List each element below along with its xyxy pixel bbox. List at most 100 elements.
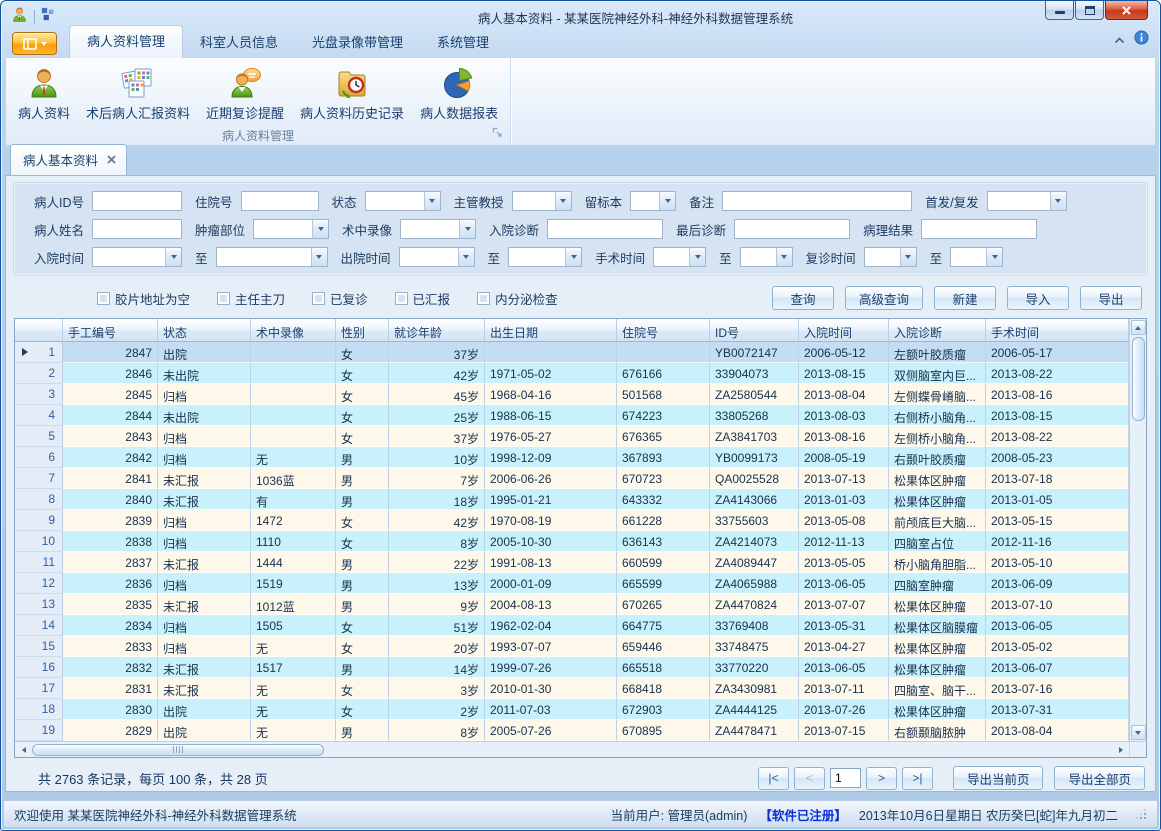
scroll-left-button[interactable] <box>15 743 32 757</box>
filter-text-input[interactable] <box>921 219 1037 239</box>
filter-checkbox[interactable]: 胶片地址为空 <box>97 289 190 308</box>
filter-combo[interactable] <box>864 247 917 267</box>
scroll-down-button[interactable] <box>1131 725 1146 740</box>
filter-text-input[interactable] <box>722 191 912 211</box>
previous-page-button[interactable]: < <box>794 767 825 790</box>
scroll-right-button[interactable] <box>1112 743 1129 757</box>
table-row[interactable]: 192829出院无男8岁2005-07-26670895ZA4478471201… <box>15 720 1129 741</box>
application-menu-button[interactable] <box>12 32 57 55</box>
filter-checkbox[interactable]: 已汇报 <box>395 289 451 308</box>
combo-dropdown-button[interactable] <box>311 248 327 266</box>
column-header[interactable]: 状态 <box>158 319 251 342</box>
ribbon-tab-system[interactable]: 系统管理 <box>420 26 506 58</box>
combo-dropdown-button[interactable] <box>459 220 475 238</box>
combo-dropdown-button[interactable] <box>1050 192 1066 210</box>
export-button[interactable]: 导出 <box>1080 286 1142 310</box>
tab-close-icon[interactable] <box>107 155 116 164</box>
column-header[interactable]: 出生日期 <box>485 319 617 342</box>
filter-combo[interactable] <box>399 247 475 267</box>
dialog-launcher-icon[interactable] <box>492 127 503 141</box>
filter-combo[interactable] <box>630 191 676 211</box>
combo-dropdown-button[interactable] <box>312 220 328 238</box>
filter-combo[interactable] <box>253 219 329 239</box>
export-current-page-button[interactable]: 导出当前页 <box>953 766 1044 790</box>
combo-dropdown-button[interactable] <box>424 192 440 210</box>
table-row[interactable]: 102838归档1110女8岁2005-10-30636143ZA4214073… <box>15 531 1129 552</box>
column-header[interactable]: 入院时间 <box>799 319 889 342</box>
filter-combo[interactable] <box>216 247 328 267</box>
filter-combo[interactable] <box>512 191 572 211</box>
filter-text-input[interactable] <box>734 219 850 239</box>
table-row[interactable]: 122836归档1519男13岁2000-01-09665599ZA406598… <box>15 573 1129 594</box>
combo-dropdown-button[interactable] <box>986 248 1002 266</box>
patient-records-button[interactable]: 病人资料 <box>10 62 78 124</box>
ribbon-tab-staff-info[interactable]: 科室人员信息 <box>183 26 295 58</box>
query-button[interactable]: 查询 <box>772 286 834 310</box>
data-report-button[interactable]: 病人数据报表 <box>412 62 506 124</box>
table-row[interactable]: 32845归档女45岁1968-04-16501568ZA25805442013… <box>15 384 1129 405</box>
table-row[interactable]: 182830出院无女2岁2011-07-03672903ZA4444125201… <box>15 699 1129 720</box>
table-row[interactable]: 42844未出院女25岁1988-06-15674223338052682013… <box>15 405 1129 426</box>
vertical-scroll-thumb[interactable] <box>1132 337 1145 421</box>
column-header[interactable]: 入院诊断 <box>889 319 986 342</box>
column-header[interactable]: 就诊年龄 <box>389 319 485 342</box>
column-header[interactable]: 术中录像 <box>251 319 336 342</box>
last-page-button[interactable]: >| <box>902 767 933 790</box>
table-row[interactable]: 162832未汇报1517男14岁1999-07-266655183377022… <box>15 657 1129 678</box>
column-header[interactable]: 住院号 <box>617 319 710 342</box>
page-number-input[interactable] <box>830 768 861 788</box>
table-row[interactable]: 142834归档1505女51岁1962-02-0466477533769408… <box>15 615 1129 636</box>
combo-dropdown-button[interactable] <box>165 248 181 266</box>
table-row[interactable]: 12847出院女37岁YB00721472006-05-12左额叶胶质瘤2006… <box>15 342 1129 363</box>
maximize-button[interactable] <box>1075 1 1104 20</box>
combo-dropdown-button[interactable] <box>565 248 581 266</box>
filter-text-input[interactable] <box>92 191 182 211</box>
horizontal-scroll-thumb[interactable] <box>32 744 324 756</box>
scroll-up-button[interactable] <box>1131 320 1146 335</box>
filter-combo[interactable] <box>653 247 706 267</box>
vertical-scrollbar[interactable] <box>1129 319 1146 741</box>
table-row[interactable]: 92839归档1472女42岁1970-08-19661228337556032… <box>15 510 1129 531</box>
table-row[interactable]: 22846未出院女42岁1971-05-02676166339040732013… <box>15 363 1129 384</box>
quick-access-grid-icon[interactable] <box>41 7 55 26</box>
filter-combo[interactable] <box>950 247 1003 267</box>
column-header[interactable]: 手术时间 <box>986 319 1129 342</box>
filter-checkbox[interactable]: 已复诊 <box>312 289 368 308</box>
column-header[interactable]: 手工编号 <box>63 319 158 342</box>
table-row[interactable]: 52843归档女37岁1976-05-27676365ZA38417032013… <box>15 426 1129 447</box>
combo-dropdown-button[interactable] <box>776 248 792 266</box>
collapse-ribbon-icon[interactable] <box>1114 31 1125 49</box>
new-button[interactable]: 新建 <box>934 286 996 310</box>
filter-checkbox[interactable]: 内分泌检查 <box>477 289 558 308</box>
resize-grip-icon[interactable] <box>1134 808 1147 821</box>
filter-combo[interactable] <box>740 247 793 267</box>
filter-text-input[interactable] <box>92 219 182 239</box>
filter-combo[interactable] <box>365 191 441 211</box>
filter-combo[interactable] <box>92 247 182 267</box>
combo-dropdown-button[interactable] <box>900 248 916 266</box>
table-row[interactable]: 72841未汇报1036蓝男7岁2006-06-26670723QA002552… <box>15 468 1129 489</box>
column-header[interactable]: ID号 <box>710 319 799 342</box>
table-row[interactable]: 82840未汇报有男18岁1995-01-21643332ZA414306620… <box>15 489 1129 510</box>
filter-combo[interactable] <box>987 191 1067 211</box>
tab-patient-basic-info[interactable]: 病人基本资料 <box>10 144 127 175</box>
combo-dropdown-button[interactable] <box>659 192 675 210</box>
horizontal-scrollbar[interactable] <box>15 741 1146 757</box>
table-row[interactable]: 152833归档无女20岁1993-07-0765944633748475201… <box>15 636 1129 657</box>
filter-checkbox[interactable]: 主任主刀 <box>217 289 285 308</box>
filter-text-input[interactable] <box>547 219 663 239</box>
minimize-button[interactable] <box>1045 1 1074 20</box>
ribbon-tab-media-management[interactable]: 光盘录像带管理 <box>295 26 420 58</box>
combo-dropdown-button[interactable] <box>458 248 474 266</box>
info-icon[interactable] <box>1134 30 1149 50</box>
table-row[interactable]: 172831未汇报无女3岁2010-01-30668418ZA343098120… <box>15 678 1129 699</box>
next-page-button[interactable]: > <box>866 767 897 790</box>
table-row[interactable]: 62842归档无男10岁1998-12-09367893YB0099173200… <box>15 447 1129 468</box>
followup-reminder-button[interactable]: 近期复诊提醒 <box>198 62 292 124</box>
close-button[interactable] <box>1105 1 1148 20</box>
registered-link[interactable]: 【软件已注册】 <box>759 805 847 824</box>
combo-dropdown-button[interactable] <box>555 192 571 210</box>
ribbon-tab-patient-management[interactable]: 病人资料管理 <box>69 25 183 58</box>
postop-report-button[interactable]: 术后病人汇报资料 <box>78 62 198 124</box>
combo-dropdown-button[interactable] <box>689 248 705 266</box>
